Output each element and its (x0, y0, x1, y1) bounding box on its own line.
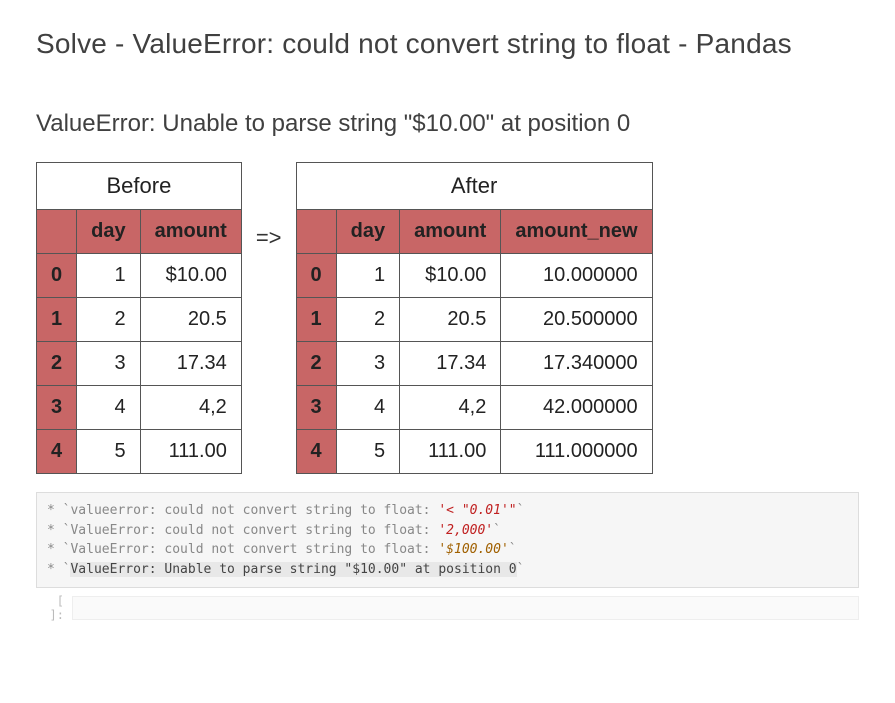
cell: 1 (336, 254, 399, 298)
cell: 17.34 (140, 342, 241, 386)
table-row: 1 2 20.5 (37, 298, 242, 342)
cell: 17.34 (400, 342, 501, 386)
notebook-cell: [ ]: (36, 594, 859, 622)
error-tail: ` (517, 562, 525, 577)
cell: 20.5 (140, 298, 241, 342)
table-row: 2 3 17.34 (37, 342, 242, 386)
row-index: 2 (296, 342, 336, 386)
row-index: 2 (37, 342, 77, 386)
code-input[interactable] (72, 596, 859, 620)
error-tail: ` (517, 503, 525, 518)
page-title: Solve - ValueError: could not convert st… (36, 28, 859, 60)
table-row: 1 2 20.5 20.500000 (296, 298, 652, 342)
after-corner (296, 210, 336, 254)
cell: 1 (77, 254, 140, 298)
cell: $10.00 (140, 254, 241, 298)
error-value: '$100.00' (438, 542, 508, 557)
cell: 111.00 (400, 430, 501, 474)
cell: 5 (336, 430, 399, 474)
before-table: Before day amount 0 1 $10.00 1 2 20.5 2 … (36, 162, 242, 474)
error-tail: ` (509, 542, 517, 557)
page-subtitle: ValueError: Unable to parse string "$10.… (36, 110, 859, 138)
table-row: 4 5 111.00 111.000000 (296, 430, 652, 474)
table-row: 4 5 111.00 (37, 430, 242, 474)
row-index: 1 (296, 298, 336, 342)
row-index: 4 (296, 430, 336, 474)
prompt-label: [ ]: (36, 594, 64, 622)
cell: 42.000000 (501, 386, 652, 430)
cell: $10.00 (400, 254, 501, 298)
error-codeblock: * `valueerror: could not convert string … (36, 492, 859, 588)
cell: 2 (77, 298, 140, 342)
table-row: 3 4 4,2 42.000000 (296, 386, 652, 430)
cell: 4,2 (400, 386, 501, 430)
cell: 111.00 (140, 430, 241, 474)
cell: 3 (336, 342, 399, 386)
before-label: Before (37, 163, 242, 210)
table-row: 3 4 4,2 (37, 386, 242, 430)
row-index: 3 (37, 386, 77, 430)
error-highlight: ValueError: Unable to parse string "$10.… (70, 562, 516, 577)
row-index: 4 (37, 430, 77, 474)
after-col-amount-new: amount_new (501, 210, 652, 254)
cell: 2 (336, 298, 399, 342)
after-label: After (296, 163, 652, 210)
tables-row: Before day amount 0 1 $10.00 1 2 20.5 2 … (36, 162, 859, 474)
error-line: * `ValueError: could not convert string … (47, 523, 438, 538)
arrow-icon: => (250, 225, 288, 251)
cell: 111.000000 (501, 430, 652, 474)
before-col-day: day (77, 210, 140, 254)
error-value: '< "0.01'" (438, 503, 516, 518)
cell: 4 (336, 386, 399, 430)
row-index: 0 (296, 254, 336, 298)
cell: 4 (77, 386, 140, 430)
cell: 4,2 (140, 386, 241, 430)
before-col-amount: amount (140, 210, 241, 254)
cell: 3 (77, 342, 140, 386)
cell: 10.000000 (501, 254, 652, 298)
error-line: * `valueerror: could not convert string … (47, 503, 438, 518)
cell: 20.500000 (501, 298, 652, 342)
table-row: 2 3 17.34 17.340000 (296, 342, 652, 386)
table-row: 0 1 $10.00 10.000000 (296, 254, 652, 298)
row-index: 3 (296, 386, 336, 430)
table-row: 0 1 $10.00 (37, 254, 242, 298)
cell: 17.340000 (501, 342, 652, 386)
error-line: * ` (47, 562, 70, 577)
after-col-day: day (336, 210, 399, 254)
cell: 20.5 (400, 298, 501, 342)
row-index: 0 (37, 254, 77, 298)
before-corner (37, 210, 77, 254)
after-table: After day amount amount_new 0 1 $10.00 1… (296, 162, 653, 474)
cell: 5 (77, 430, 140, 474)
error-value: '2,000' (438, 523, 493, 538)
row-index: 1 (37, 298, 77, 342)
after-col-amount: amount (400, 210, 501, 254)
error-tail: ` (493, 523, 501, 538)
error-line: * `ValueError: could not convert string … (47, 542, 438, 557)
